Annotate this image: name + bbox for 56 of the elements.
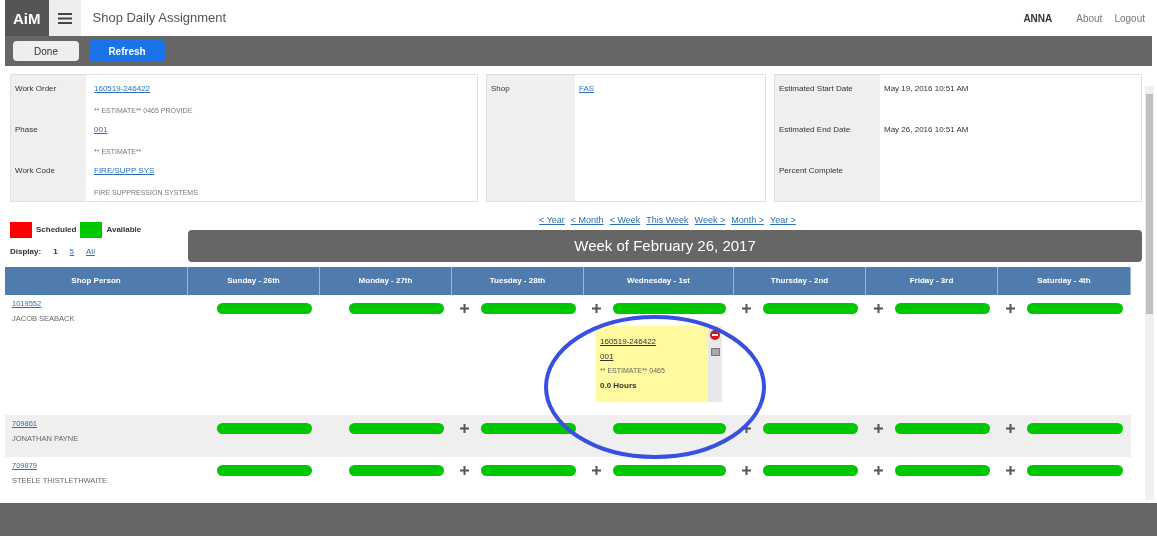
week-nav-link[interactable]: Month > <box>731 214 764 230</box>
field-label: Shop <box>491 84 510 93</box>
menu-icon <box>57 12 72 24</box>
field-link[interactable]: 001 <box>94 124 198 136</box>
refresh-button[interactable]: Refresh <box>89 40 165 62</box>
add-icon[interactable] <box>874 466 883 475</box>
done-button[interactable]: Done <box>13 41 79 61</box>
phase-link[interactable]: 001 <box>600 351 704 364</box>
legend-label: Scheduled <box>36 224 77 236</box>
display-option[interactable]: 5 <box>69 246 75 258</box>
field-value: May 19, 2016 10:51 AM <box>884 84 969 93</box>
add-icon[interactable] <box>874 424 883 433</box>
remove-icon[interactable] <box>710 330 720 340</box>
header-link[interactable]: About <box>1076 10 1103 26</box>
field-link[interactable]: FIRE/SUPP SYS <box>94 165 198 177</box>
display-label: Display: <box>10 246 42 258</box>
add-icon[interactable] <box>1006 466 1015 475</box>
field-label: Work Order <box>14 83 58 95</box>
user-name: ANNA <box>1023 11 1053 26</box>
display-option[interactable]: 1 <box>53 246 58 258</box>
app-logo: AiM <box>5 0 49 36</box>
hours-text: 0.0 Hours <box>600 379 638 392</box>
page-title: Shop Daily Assignment <box>92 9 227 28</box>
add-icon[interactable] <box>460 424 469 433</box>
add-icon[interactable] <box>460 466 469 475</box>
add-icon[interactable] <box>742 304 751 313</box>
add-icon[interactable] <box>742 466 751 475</box>
week-nav-link[interactable]: < Week <box>609 214 641 230</box>
add-icon[interactable] <box>1006 424 1015 433</box>
document-icon[interactable] <box>710 348 720 356</box>
scrollbar-thumb[interactable] <box>1146 94 1153 314</box>
display-option[interactable]: All <box>86 246 95 258</box>
field-label: Work Code <box>14 165 56 177</box>
legend-label: Available <box>106 224 142 236</box>
header-link[interactable]: Logout <box>1114 10 1145 26</box>
add-icon[interactable] <box>1006 304 1015 313</box>
week-nav-link[interactable]: This Week <box>646 214 689 230</box>
field-label: Phase <box>14 124 39 136</box>
add-icon[interactable] <box>592 466 601 475</box>
field-value: May 26, 2016 10:51 AM <box>884 125 969 134</box>
menu-button[interactable] <box>48 0 81 36</box>
week-nav-link[interactable]: < Year <box>539 214 565 230</box>
field-link[interactable]: 160519-246422 <box>94 83 198 95</box>
week-nav-link[interactable]: < Month <box>570 214 604 230</box>
add-icon[interactable] <box>874 304 883 313</box>
week-title: Week of February 26, 2017 <box>574 235 756 256</box>
field-label: Estimated Start Date <box>778 83 854 95</box>
field-label: Estimated End Date <box>778 124 852 136</box>
week-nav-link[interactable]: Week > <box>694 214 726 230</box>
add-icon[interactable] <box>592 304 601 313</box>
work-order-link[interactable]: 160519-246422 <box>600 336 704 349</box>
add-icon[interactable] <box>742 424 751 433</box>
field-label: Percent Complete <box>778 165 845 177</box>
week-nav-link[interactable]: Year > <box>770 214 796 230</box>
field-link[interactable]: FAS <box>579 84 595 93</box>
add-icon[interactable] <box>460 304 469 313</box>
